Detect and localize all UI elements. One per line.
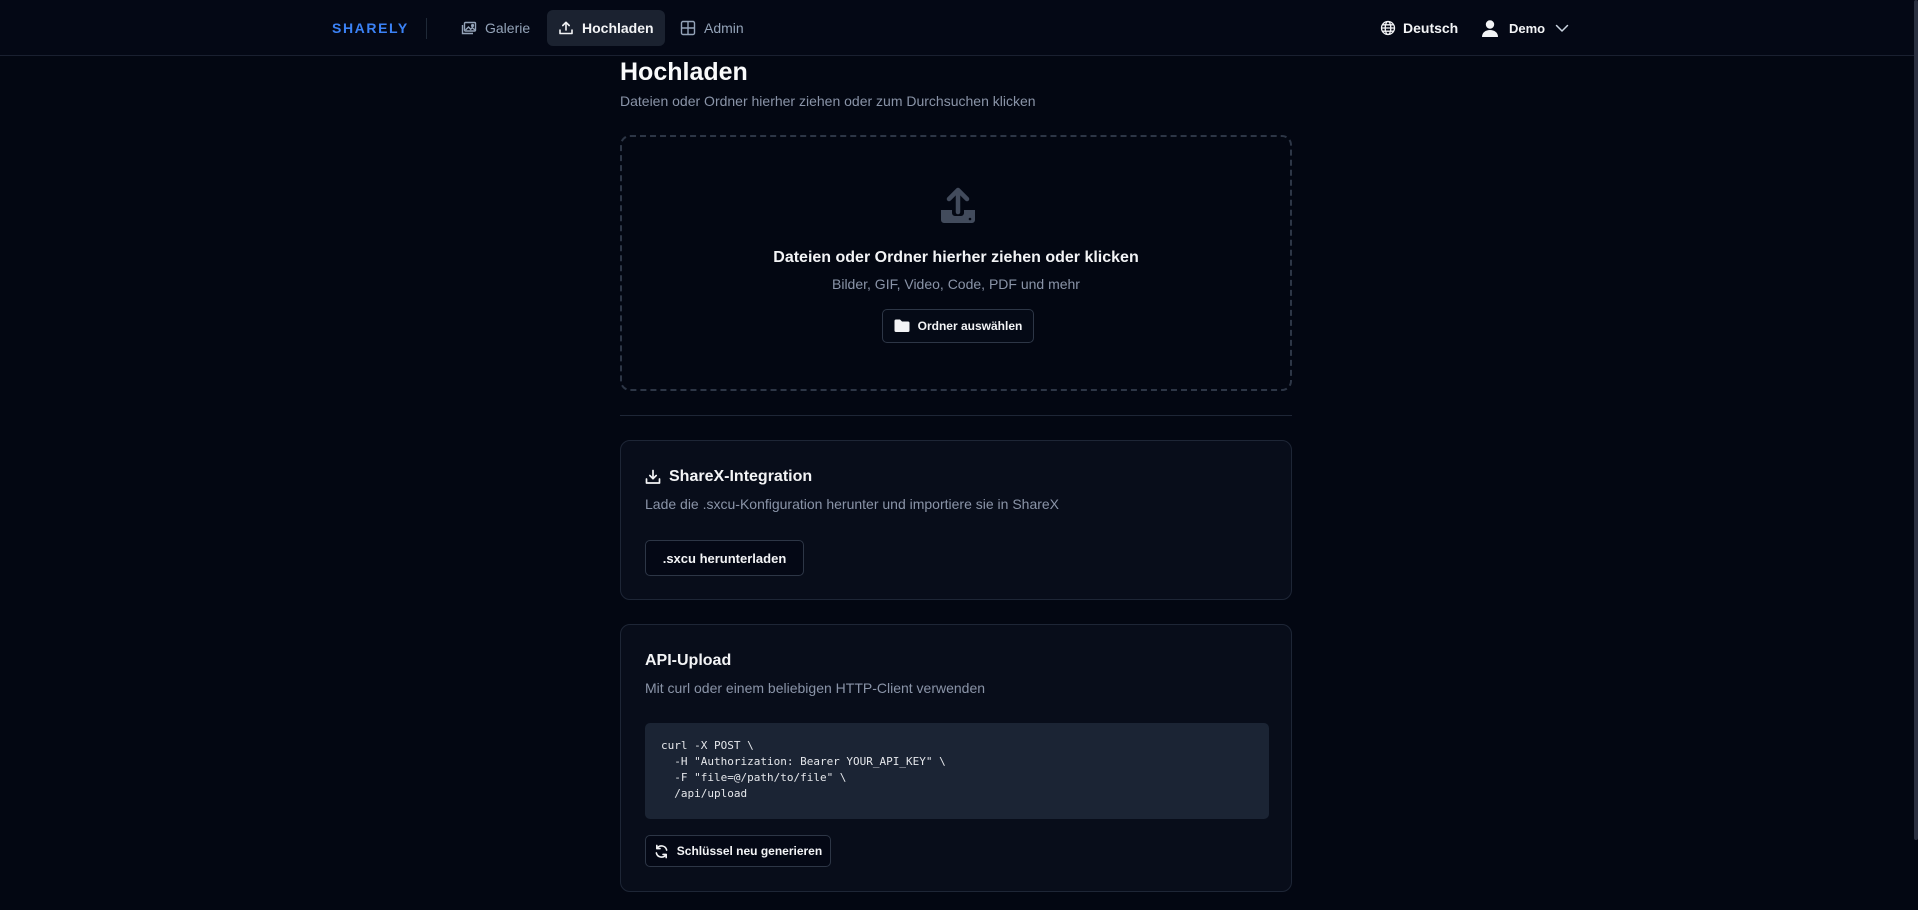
language-selector[interactable]: Deutsch: [1380, 10, 1458, 46]
refresh-icon: [655, 844, 668, 858]
upload-tray-icon: [941, 187, 975, 223]
upload-dropzone[interactable]: Dateien oder Ordner hierher ziehen oder …: [620, 135, 1292, 391]
download-sxcu-button[interactable]: .sxcu herunterladen: [645, 540, 804, 576]
dropzone-subtitle: Bilder, GIF, Video, Code, PDF und mehr: [832, 276, 1080, 292]
sharex-card: ShareX-Integration Lade die .sxcu-Konfig…: [620, 440, 1292, 600]
globe-icon: [1380, 20, 1396, 36]
download-icon: [645, 469, 661, 484]
sharex-description: Lade die .sxcu-Konfiguration herunter un…: [645, 496, 1060, 512]
sharex-title-text: ShareX-Integration: [669, 468, 813, 485]
brand-logo[interactable]: SHARELY: [332, 20, 409, 36]
api-upload-title: API-Upload: [645, 652, 732, 669]
nav-item-label: Hochladen: [582, 20, 654, 36]
nav-item-galerie[interactable]: Galerie: [450, 10, 541, 46]
gallery-icon: [461, 21, 477, 35]
page-title: Hochladen: [620, 58, 748, 86]
grid-icon: [680, 20, 696, 36]
language-label: Deutsch: [1403, 20, 1459, 36]
regenerate-key-label: Schlüssel neu generieren: [676, 844, 823, 858]
chevron-down-icon: [1555, 24, 1569, 32]
regenerate-key-button[interactable]: Schlüssel neu generieren: [645, 835, 831, 867]
sharex-title: ShareX-Integration: [645, 468, 812, 486]
upload-icon: [559, 21, 573, 35]
api-upload-card: API-Upload Mit curl oder einem beliebige…: [620, 624, 1292, 892]
dropzone-title: Dateien oder Ordner hierher ziehen oder …: [773, 249, 1139, 266]
nav-item-label: Admin: [704, 20, 744, 36]
api-upload-description: Mit curl oder einem beliebigen HTTP-Clie…: [645, 680, 986, 696]
user-avatar-icon: [1482, 20, 1498, 37]
nav-item-label: Galerie: [485, 20, 531, 36]
user-name: Demo: [1509, 20, 1546, 36]
folder-icon: [894, 319, 910, 332]
select-folder-label: Ordner auswählen: [917, 319, 1023, 333]
section-divider: [620, 415, 1292, 416]
page-subtitle: Dateien oder Ordner hierher ziehen oder …: [620, 93, 1036, 109]
page-scrollbar[interactable]: [1914, 0, 1918, 840]
select-folder-button[interactable]: Ordner auswählen: [882, 309, 1034, 343]
nav-divider: [426, 18, 427, 39]
user-menu[interactable]: Demo: [1480, 10, 1570, 46]
nav-item-hochladen[interactable]: Hochladen: [547, 10, 665, 46]
curl-code-block[interactable]: curl -X POST \ -H "Authorization: Bearer…: [645, 723, 1269, 819]
top-navigation-bar: SHARELY Galerie Hochladen Admin Deutsch …: [0, 0, 1914, 56]
nav-item-admin[interactable]: Admin: [669, 10, 755, 46]
